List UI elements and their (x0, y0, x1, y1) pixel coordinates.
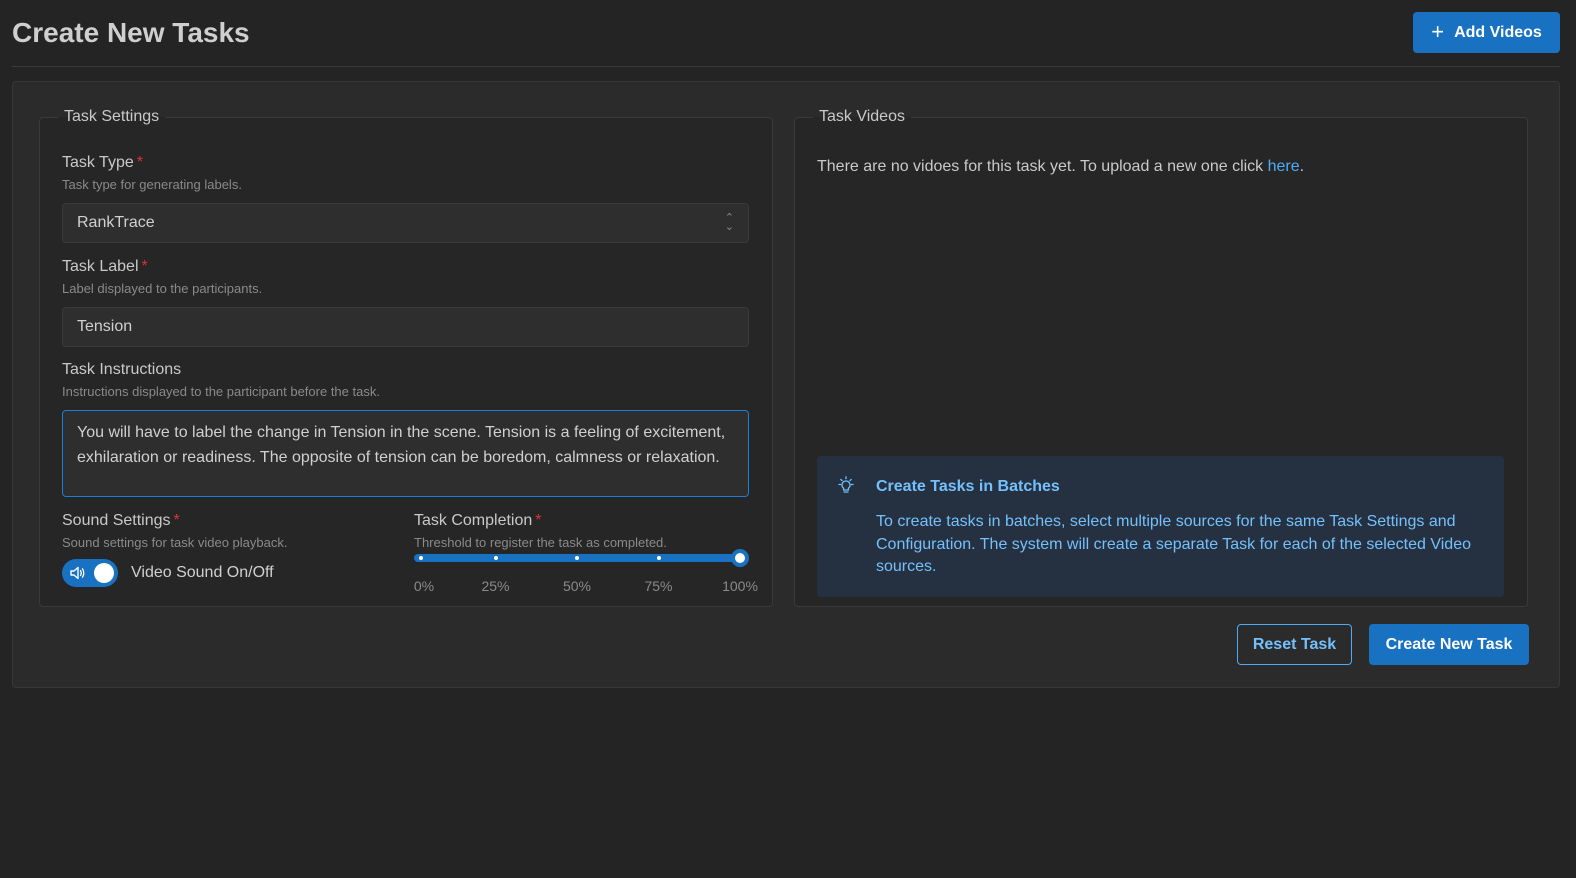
task-type-value: RankTrace (77, 214, 155, 231)
task-instructions-description: Instructions displayed to the participan… (62, 384, 380, 399)
task-instructions-textarea[interactable]: You will have to label the change in Ten… (62, 410, 749, 497)
plus-icon: + (1431, 18, 1445, 44)
required-marker: * (535, 512, 542, 529)
slider-tick-label: 100% (722, 578, 758, 594)
slider-mark (419, 556, 423, 560)
video-sound-label: Video Sound On/Off (131, 564, 274, 581)
speaker-icon (70, 566, 85, 580)
task-type-field: Task Type * Task type for generating labe… (62, 154, 749, 249)
task-label-field: Task Label * Label displayed to the parti… (62, 258, 749, 353)
task-instructions-label: Task Instructions (62, 361, 182, 378)
slider-tick-label: 50% (562, 578, 592, 594)
toggle-thumb (94, 563, 114, 583)
required-marker: * (141, 258, 148, 275)
task-settings-legend: Task Settings (64, 108, 160, 125)
batch-info-alert: Create Tasks in Batches To create tasks … (817, 456, 1504, 597)
task-instructions-field: Task Instructions Instructions displayed… (62, 361, 749, 501)
add-videos-label: Add Videos (1454, 23, 1542, 41)
slider-mark (656, 556, 661, 560)
page-header: Create New Tasks + Add Videos (12, 0, 1560, 67)
task-completion-slider[interactable]: 0% 25% 50% 75% 100% (414, 548, 758, 594)
task-label-label: Task Label * (62, 258, 148, 275)
slider-thumb[interactable] (731, 549, 749, 567)
task-type-label: Task Type * (62, 154, 143, 171)
create-task-button[interactable]: Create New Task (1369, 624, 1529, 665)
slider-tick-label: 25% (481, 578, 510, 594)
sound-toggle-row: Video Sound On/Off (62, 559, 274, 587)
sound-settings-label: Sound Settings * (62, 512, 180, 529)
required-marker: * (136, 154, 143, 171)
task-type-select[interactable]: RankTrace ⌃ ⌄ (62, 203, 749, 243)
slider-tick-label: 0% (413, 578, 435, 594)
reset-task-button[interactable]: Reset Task (1237, 624, 1352, 665)
slider-mark (493, 556, 498, 560)
slider-tick-label: 75% (644, 578, 673, 594)
alert-body: To create tasks in batches, select multi… (876, 513, 1471, 575)
upload-here-link[interactable]: here (1268, 158, 1300, 175)
video-sound-toggle[interactable] (62, 559, 118, 587)
alert-title: Create Tasks in Batches (876, 478, 1060, 495)
required-marker: * (173, 512, 180, 529)
task-completion-field: Task Completion * Threshold to register t… (414, 512, 758, 602)
task-videos-legend: Task Videos (819, 108, 905, 125)
add-videos-button[interactable]: + Add Videos (1413, 12, 1560, 53)
bulb-icon (838, 476, 854, 493)
task-type-description: Task type for generating labels. (62, 177, 242, 192)
task-completion-label: Task Completion * (414, 512, 542, 529)
chevron-updown-icon: ⌃ ⌄ (724, 212, 734, 233)
create-task-card: Task Settings Task Type * Task type for g… (12, 81, 1560, 688)
sound-settings-field: Sound Settings * Sound settings for task … (62, 512, 382, 602)
task-videos-panel: Task Videos There are no vidoes for this… (794, 108, 1528, 607)
page-title: Create New Tasks (12, 17, 250, 48)
task-label-description: Label displayed to the participants. (62, 281, 263, 296)
sound-settings-description: Sound settings for task video playback. (62, 535, 288, 550)
no-videos-message: There are no vidoes for this task yet. T… (817, 158, 1305, 175)
slider-mark (575, 556, 579, 560)
task-settings-panel: Task Settings Task Type * Task type for g… (39, 108, 773, 607)
task-label-input[interactable] (62, 307, 749, 347)
